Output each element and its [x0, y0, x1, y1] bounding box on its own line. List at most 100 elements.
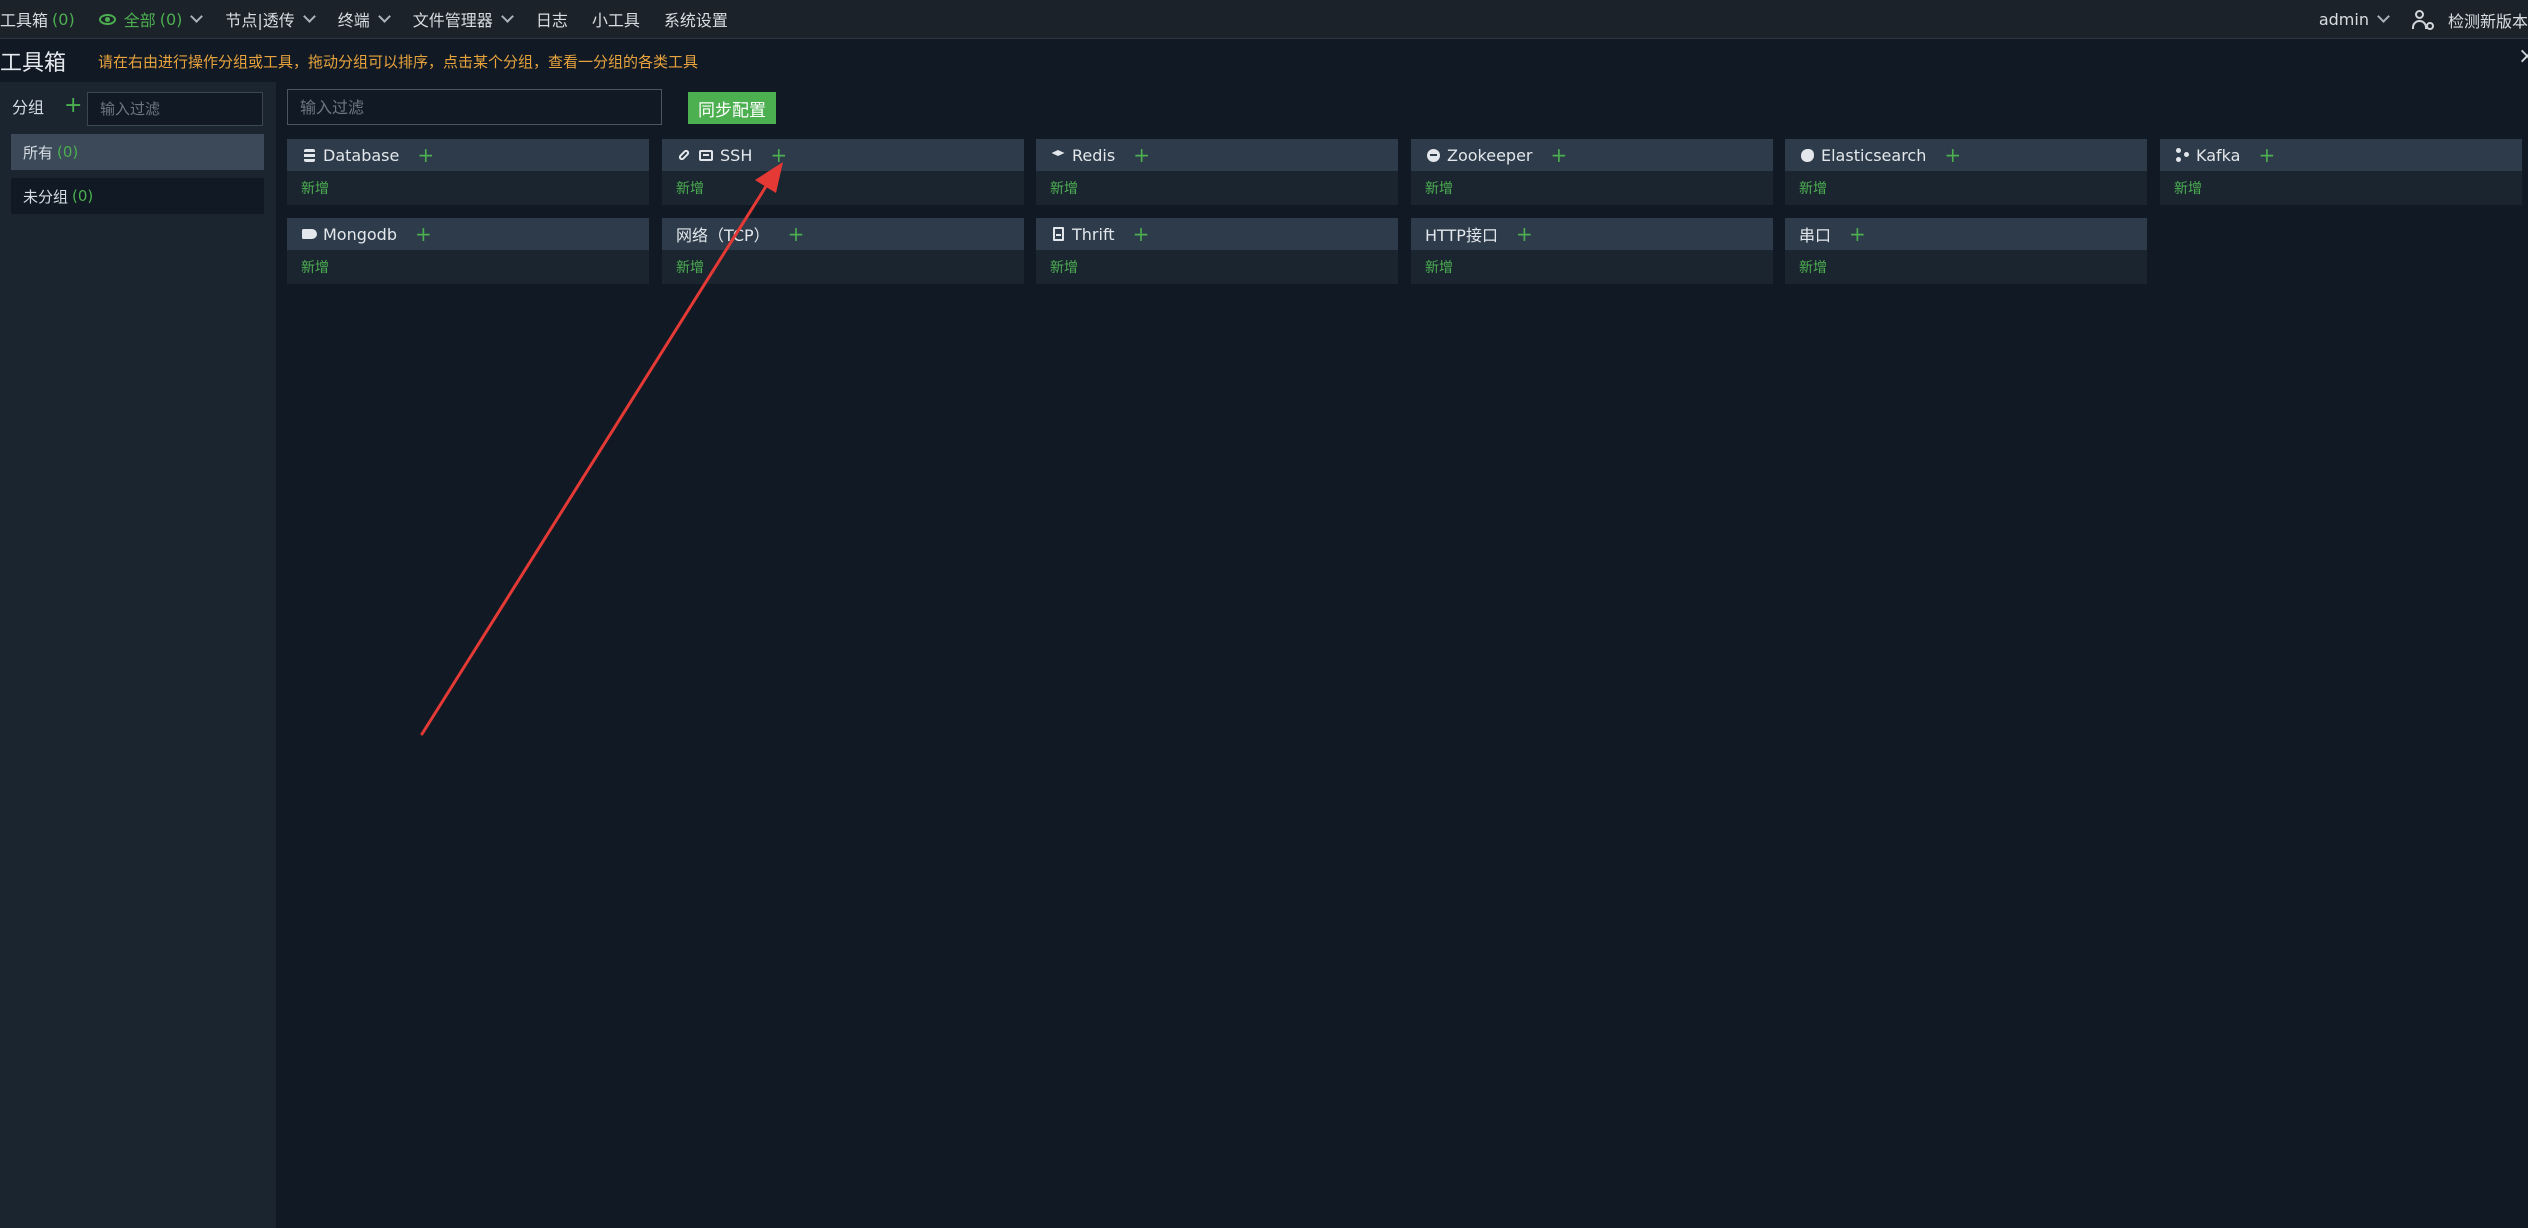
hint-text: 请在右由进行操作分组或工具，拖动分组可以排序，点击某个分组，查看一分组的各类工具 — [98, 52, 699, 71]
card-body: 新增 — [662, 171, 1024, 205]
top-nav: 工具箱 (0) 全部 (0) 节点|透传 终端 文件管理器 日志 小工具 系统设… — [0, 0, 2528, 39]
card-title: Kafka — [2196, 145, 2241, 165]
card-title: HTTP接口 — [1425, 226, 1498, 245]
add-tool-button[interactable]: + — [1133, 145, 1150, 165]
nav-all[interactable]: 全部 (0) — [87, 0, 214, 39]
card-body: 新增 — [1785, 250, 2147, 284]
chevron-down-icon — [190, 9, 204, 23]
nav-log-label: 日志 — [535, 11, 568, 30]
add-new-link[interactable]: 新增 — [2174, 178, 2202, 198]
chevron-down-icon — [500, 9, 514, 23]
nav-settings-label: 系统设置 — [663, 11, 728, 30]
group-item-label: 所有 — [23, 143, 54, 162]
card-title: 串口 — [1799, 226, 1832, 245]
card-header: SSH + — [662, 139, 1024, 171]
tool-card-http: HTTP接口 + 新增 — [1411, 218, 1773, 284]
nav-toolbox[interactable]: 工具箱 (0) — [0, 0, 87, 39]
nav-node[interactable]: 节点|透传 — [213, 0, 325, 39]
add-group-button[interactable]: + — [64, 95, 82, 117]
nav-settings[interactable]: 系统设置 — [652, 0, 740, 39]
card-title: Redis — [1072, 145, 1116, 165]
add-new-link[interactable]: 新增 — [1050, 178, 1078, 198]
nav-file-manager-label: 文件管理器 — [412, 11, 493, 30]
add-tool-button[interactable]: + — [1551, 145, 1568, 165]
add-tool-button[interactable]: + — [1133, 224, 1150, 244]
database-icon — [301, 147, 317, 163]
add-new-link[interactable]: 新增 — [1799, 257, 1827, 277]
redis-icon — [1050, 147, 1066, 163]
card-header: Zookeeper + — [1411, 139, 1773, 171]
card-header: Kafka + — [2160, 139, 2522, 171]
check-version-link[interactable]: 检测新版本 — [2448, 8, 2528, 32]
add-new-link[interactable]: 新增 — [1050, 257, 1078, 277]
group-item-all[interactable]: 所有 (0) — [11, 134, 264, 170]
eye-icon — [98, 13, 116, 25]
card-body: 新增 — [1036, 171, 1398, 205]
group-item-ungrouped[interactable]: 未分组 (0) — [11, 178, 264, 214]
tool-card-thrift: Thrift + 新增 — [1036, 218, 1398, 284]
card-header: Elasticsearch + — [1785, 139, 2147, 171]
nav-tools[interactable]: 小工具 — [580, 0, 652, 39]
tool-filter-input[interactable] — [287, 89, 662, 125]
tool-card-mongodb: Mongodb + 新增 — [287, 218, 649, 284]
card-header: Mongodb + — [287, 218, 649, 250]
add-new-link[interactable]: 新增 — [676, 257, 704, 277]
card-title: Mongodb — [323, 224, 397, 244]
tool-card-zookeeper: Zookeeper + 新增 — [1411, 139, 1773, 205]
page-title: 工具箱 — [0, 51, 67, 76]
user-name: admin — [2318, 10, 2369, 29]
nav-terminal-label: 终端 — [337, 11, 370, 30]
card-title: SSH — [720, 145, 753, 165]
file-icon — [1050, 226, 1066, 242]
card-body: 新增 — [1411, 171, 1773, 205]
card-title: 网络（TCP） — [676, 226, 770, 245]
add-new-link[interactable]: 新增 — [1799, 178, 1827, 198]
mongodb-icon — [301, 226, 317, 242]
nav-file-manager[interactable]: 文件管理器 — [401, 0, 524, 39]
tool-card-elasticsearch: Elasticsearch + 新增 — [1785, 139, 2147, 205]
add-new-link[interactable]: 新增 — [676, 178, 704, 198]
tool-card-ssh: SSH + 新增 — [662, 139, 1024, 205]
group-sidebar: 分组 + 所有 (0) 未分组 (0) — [0, 82, 276, 1228]
tool-card-network-tcp: 网络（TCP） + 新增 — [662, 218, 1024, 284]
nav-log[interactable]: 日志 — [524, 0, 580, 39]
group-item-count: (0) — [57, 143, 79, 161]
sync-config-button[interactable]: 同步配置 — [688, 92, 776, 124]
nav-all-label: 全部 — [123, 11, 156, 30]
card-header: Database + — [287, 139, 649, 171]
add-tool-button[interactable]: + — [417, 145, 434, 165]
kafka-icon — [2174, 147, 2190, 163]
group-item-label: 未分组 — [23, 187, 69, 206]
add-new-link[interactable]: 新增 — [301, 257, 329, 277]
user-menu[interactable]: admin — [2307, 0, 2390, 39]
card-body: 新增 — [287, 250, 649, 284]
add-new-link[interactable]: 新增 — [1425, 257, 1453, 277]
add-tool-button[interactable]: + — [2258, 145, 2275, 165]
title-row: 工具箱 请在右由进行操作分组或工具，拖动分组可以排序，点击某个分组，查看一分组的… — [0, 40, 2528, 82]
card-header: 网络（TCP） + — [662, 218, 1024, 250]
sidebar-title: 分组 — [12, 98, 45, 117]
add-tool-button[interactable]: + — [1516, 224, 1533, 244]
add-tool-button[interactable]: + — [1849, 224, 1866, 244]
chevron-down-icon — [377, 9, 391, 23]
group-filter-input[interactable] — [87, 92, 263, 126]
user-settings-icon[interactable] — [2411, 9, 2434, 30]
card-title: Zookeeper — [1447, 145, 1533, 165]
add-tool-button[interactable]: + — [788, 224, 805, 244]
add-tool-button[interactable]: + — [770, 145, 787, 165]
nav-all-count: (0) — [159, 9, 183, 29]
add-tool-button[interactable]: + — [415, 224, 432, 244]
nav-right: admin 检测新版本 — [2307, 0, 2528, 39]
add-new-link[interactable]: 新增 — [1425, 178, 1453, 198]
card-title: Elasticsearch — [1821, 145, 1927, 165]
add-tool-button[interactable]: + — [1944, 145, 1961, 165]
card-header: HTTP接口 + — [1411, 218, 1773, 250]
nav-node-label: 节点|透传 — [225, 11, 295, 30]
nav-terminal[interactable]: 终端 — [326, 0, 401, 39]
card-body: 新增 — [2160, 171, 2522, 205]
close-icon[interactable]: × — [2518, 44, 2528, 69]
add-new-link[interactable]: 新增 — [301, 178, 329, 198]
card-title: Thrift — [1072, 224, 1115, 244]
card-body: 新增 — [662, 250, 1024, 284]
zookeeper-icon — [1425, 147, 1441, 163]
